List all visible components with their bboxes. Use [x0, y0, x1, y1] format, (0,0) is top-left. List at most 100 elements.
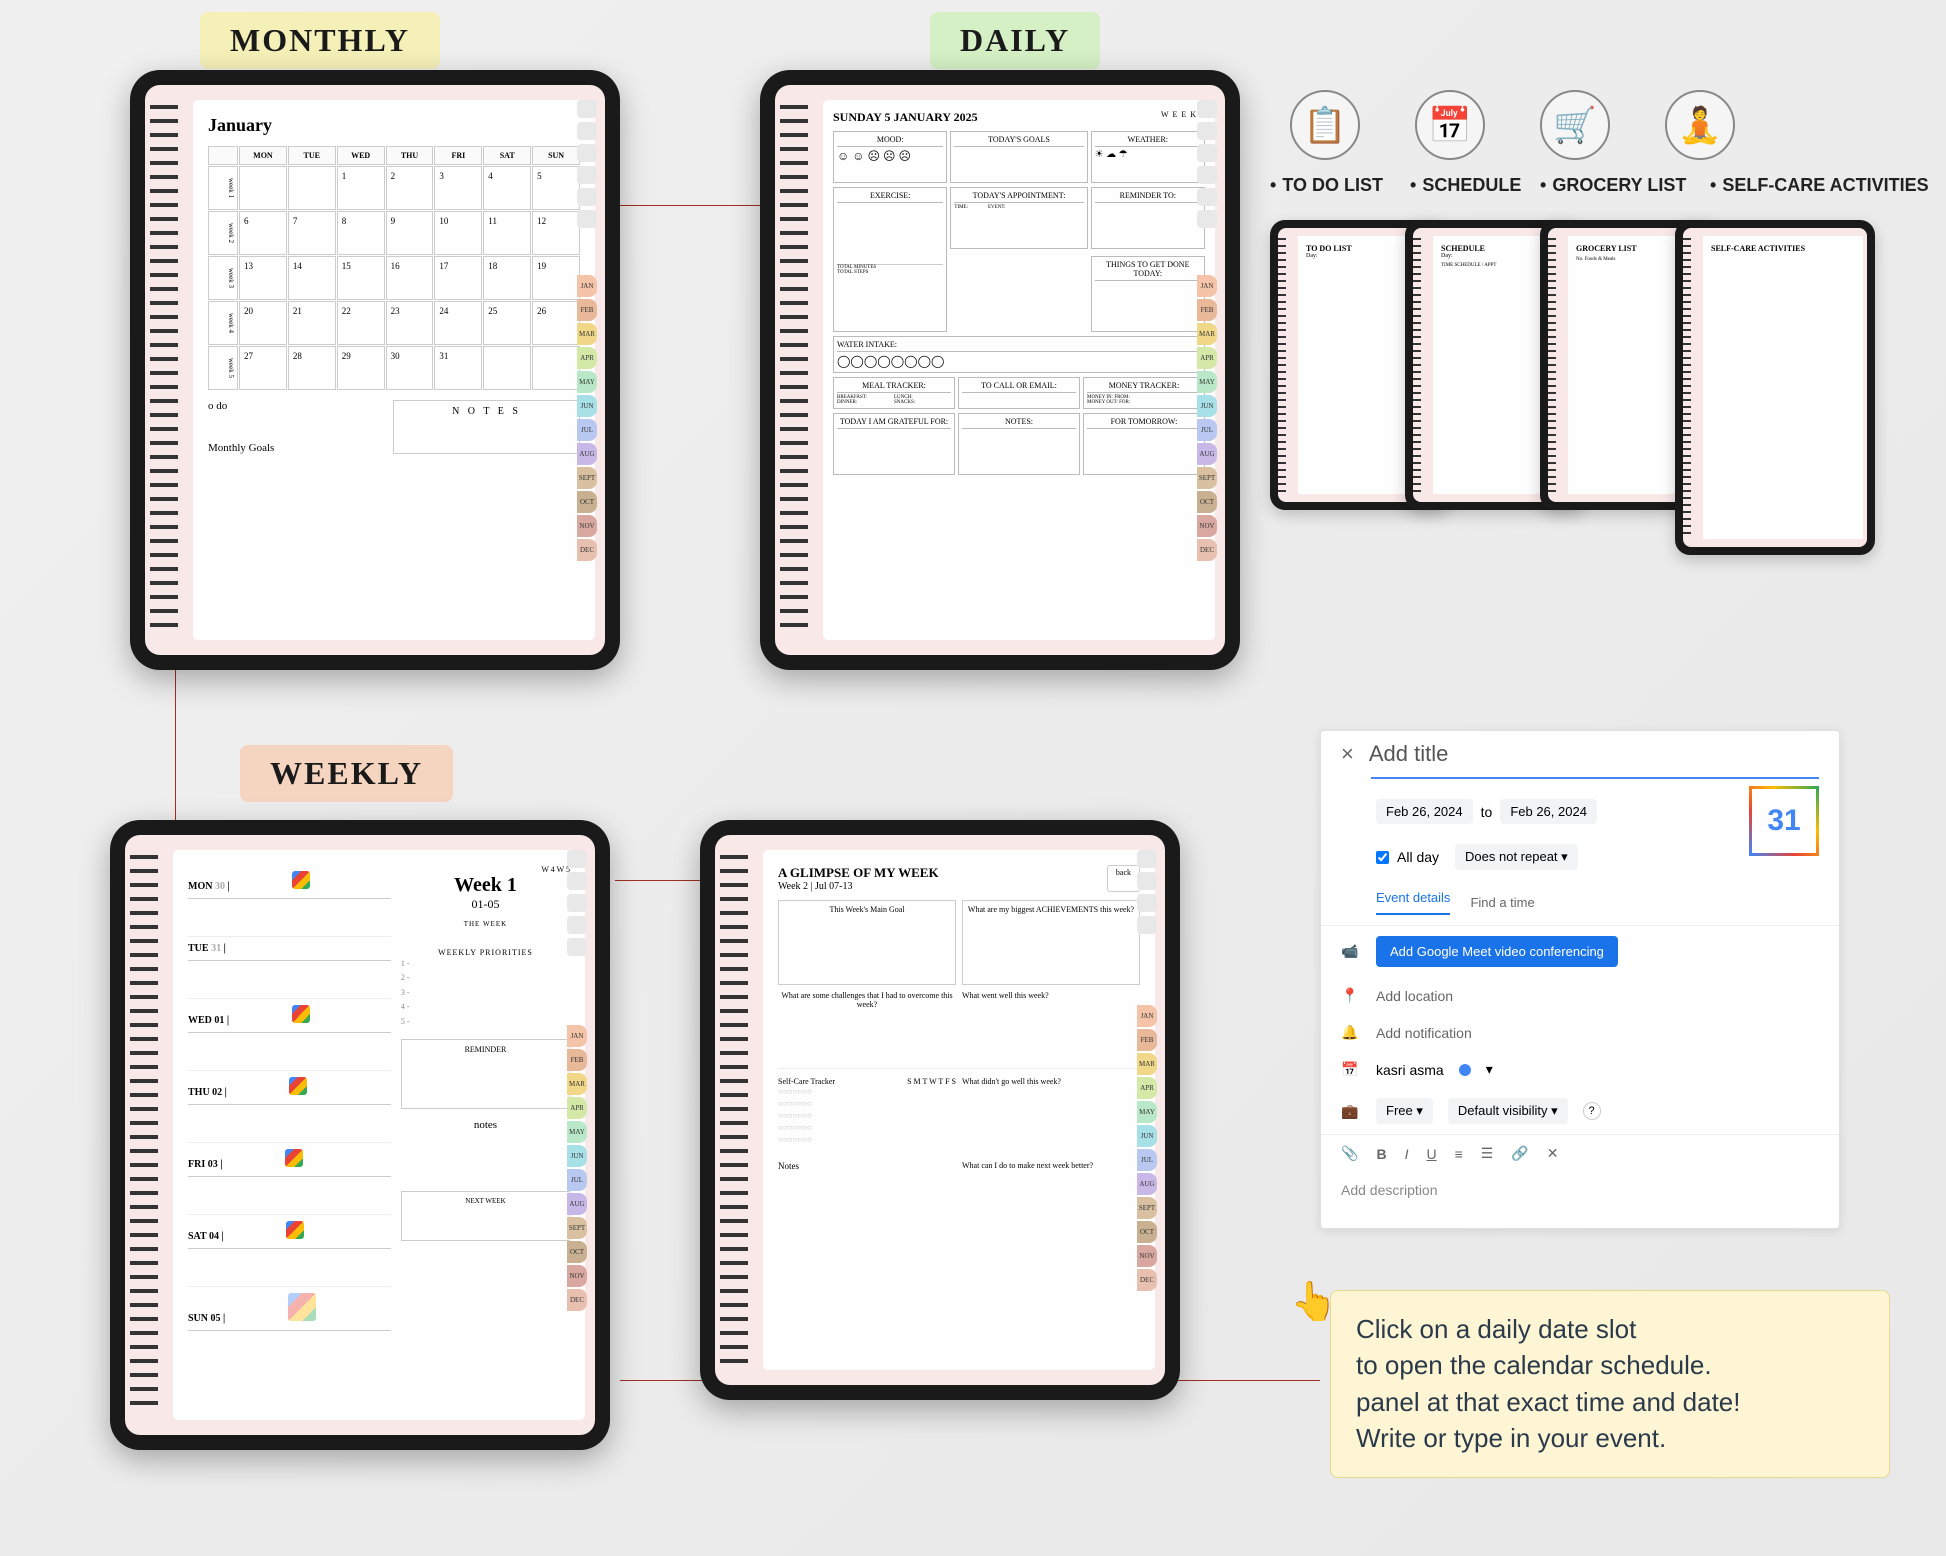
month-tab-feb[interactable]: FEB [567, 1049, 587, 1071]
tab-event-details[interactable]: Event details [1376, 890, 1450, 915]
month-tab-jul[interactable]: JUL [1137, 1149, 1157, 1171]
month-tab-sept[interactable]: SEPT [577, 467, 597, 489]
feature-labels: • TO DO LIST • SCHEDULE • GROCERY LIST •… [1270, 175, 1929, 196]
description-input[interactable]: Add description [1321, 1172, 1839, 1228]
gcal-icon[interactable] [285, 1149, 303, 1167]
month-tabs: JANFEBMARAPRMAYJUNJULAUGSEPTOCTNOVDEC [1197, 275, 1217, 561]
feature-icons: 📋 📅 🛒 🧘 [1290, 90, 1735, 160]
month-tab-jan[interactable]: JAN [567, 1025, 587, 1047]
month-tab-dec[interactable]: DEC [567, 1289, 587, 1311]
weekly-tablet: MON 30 | TUE 31 | WED 01 | THU 02 | FRI … [110, 820, 610, 1450]
date-from[interactable]: Feb 26, 2024 [1376, 799, 1473, 824]
month-tab-apr[interactable]: APR [577, 347, 597, 369]
weekly-label: WEEKLY [240, 745, 453, 802]
monthly-tablet: January MON TUE WED THU FRI SAT SUN week… [130, 70, 620, 670]
gcal-panel: × Add title 31 Feb 26, 2024 to Feb 26, 2… [1320, 730, 1840, 1229]
clear-format-icon[interactable]: ✕ [1547, 1145, 1559, 1162]
gcal-icon[interactable] [289, 1077, 307, 1095]
month-tab-jun[interactable]: JUN [577, 395, 597, 417]
close-icon[interactable]: × [1341, 741, 1354, 767]
month-tab-apr[interactable]: APR [1197, 347, 1217, 369]
italic-button[interactable]: I [1405, 1146, 1409, 1162]
gcal-icon[interactable] [292, 1005, 310, 1023]
grocery-icon: 🛒 [1540, 90, 1610, 160]
location-input[interactable]: Add location [1376, 988, 1453, 1004]
gcal-icon[interactable] [292, 871, 310, 889]
numlist-icon[interactable]: ☰ [1481, 1145, 1494, 1162]
briefcase-icon: 💼 [1341, 1103, 1361, 1120]
month-tab-mar[interactable]: MAR [577, 323, 597, 345]
help-icon[interactable]: ? [1583, 1102, 1601, 1120]
month-tab-mar[interactable]: MAR [1197, 323, 1217, 345]
daily-title: SUNDAY 5 JANUARY 2025 [833, 110, 978, 125]
month-tab-may[interactable]: MAY [577, 371, 597, 393]
month-tab-may[interactable]: MAY [1197, 371, 1217, 393]
month-tab-may[interactable]: MAY [567, 1121, 587, 1143]
calendar-icon: 📅 [1341, 1061, 1361, 1078]
connector [615, 880, 700, 881]
gcal-logo-icon: 31 [1749, 786, 1819, 856]
month-tab-aug[interactable]: AUG [567, 1193, 587, 1215]
back-button[interactable]: back [1107, 865, 1140, 892]
month-tab-feb[interactable]: FEB [1197, 299, 1217, 321]
tab-find-time[interactable]: Find a time [1470, 895, 1534, 910]
repeat-select[interactable]: Does not repeat ▾ [1455, 844, 1578, 870]
bold-button[interactable]: B [1376, 1146, 1386, 1162]
bell-icon: 🔔 [1341, 1024, 1361, 1041]
month-tab-mar[interactable]: MAR [1137, 1053, 1157, 1075]
allday-checkbox[interactable] [1376, 851, 1389, 864]
notif-input[interactable]: Add notification [1376, 1025, 1472, 1041]
month-tab-jul[interactable]: JUL [577, 419, 597, 441]
month-tab-feb[interactable]: FEB [577, 299, 597, 321]
notes-box[interactable]: N O T E S [393, 400, 580, 454]
month-tab-nov[interactable]: NOV [1197, 515, 1217, 537]
underline-button[interactable]: U [1426, 1146, 1436, 1162]
daily-tablet: SUNDAY 5 JANUARY 2025 W E E K 1 MOOD:☺ ☺… [760, 70, 1240, 670]
month-tab-may[interactable]: MAY [1137, 1101, 1157, 1123]
goals-label: Monthly Goals [208, 442, 383, 454]
month-tab-jan[interactable]: JAN [1137, 1005, 1157, 1027]
month-tab-sept[interactable]: SEPT [1137, 1197, 1157, 1219]
month-tab-nov[interactable]: NOV [577, 515, 597, 537]
month-tab-apr[interactable]: APR [567, 1097, 587, 1119]
month-tab-nov[interactable]: NOV [1137, 1245, 1157, 1267]
gcal-icon[interactable] [286, 1221, 304, 1239]
month-tab-dec[interactable]: DEC [1197, 539, 1217, 561]
month-tab-mar[interactable]: MAR [567, 1073, 587, 1095]
free-select[interactable]: Free ▾ [1376, 1098, 1433, 1124]
month-tabs: JANFEBMARAPRMAYJUNJULAUGSEPTOCTNOVDEC [1137, 1005, 1157, 1291]
month-tab-jul[interactable]: JUL [567, 1169, 587, 1191]
month-tab-oct[interactable]: OCT [1137, 1221, 1157, 1243]
month-tab-jun[interactable]: JUN [1197, 395, 1217, 417]
month-tab-jun[interactable]: JUN [567, 1145, 587, 1167]
daily-label: DAILY [930, 12, 1100, 69]
title-input[interactable]: Add title [1369, 741, 1449, 767]
month-tab-feb[interactable]: FEB [1137, 1029, 1157, 1051]
month-tab-oct[interactable]: OCT [567, 1241, 587, 1263]
gcal-icon[interactable] [288, 1293, 316, 1321]
visibility-select[interactable]: Default visibility ▾ [1448, 1098, 1568, 1124]
month-tab-jan[interactable]: JAN [1197, 275, 1217, 297]
add-meet-button[interactable]: Add Google Meet video conferencing [1376, 936, 1618, 967]
attach-icon[interactable]: 📎 [1341, 1145, 1358, 1162]
month-tab-jan[interactable]: JAN [577, 275, 597, 297]
location-icon: 📍 [1341, 987, 1361, 1004]
month-tab-apr[interactable]: APR [1137, 1077, 1157, 1099]
month-tab-oct[interactable]: OCT [577, 491, 597, 513]
month-tab-jun[interactable]: JUN [1137, 1125, 1157, 1147]
month-tabs: JANFEBMARAPRMAYJUNJULAUGSEPTOCTNOVDEC [577, 275, 597, 561]
month-tab-sept[interactable]: SEPT [1197, 467, 1217, 489]
month-tab-aug[interactable]: AUG [577, 443, 597, 465]
month-tab-dec[interactable]: DEC [577, 539, 597, 561]
month-tab-dec[interactable]: DEC [1137, 1269, 1157, 1291]
date-to[interactable]: Feb 26, 2024 [1500, 799, 1597, 824]
month-tab-nov[interactable]: NOV [567, 1265, 587, 1287]
meet-icon: 📹 [1341, 943, 1361, 960]
month-tab-aug[interactable]: AUG [1197, 443, 1217, 465]
month-tab-oct[interactable]: OCT [1197, 491, 1217, 513]
month-tab-aug[interactable]: AUG [1137, 1173, 1157, 1195]
link-icon[interactable]: 🔗 [1511, 1145, 1528, 1162]
month-tab-jul[interactable]: JUL [1197, 419, 1217, 441]
list-icon[interactable]: ≡ [1455, 1146, 1463, 1162]
month-tab-sept[interactable]: SEPT [567, 1217, 587, 1239]
